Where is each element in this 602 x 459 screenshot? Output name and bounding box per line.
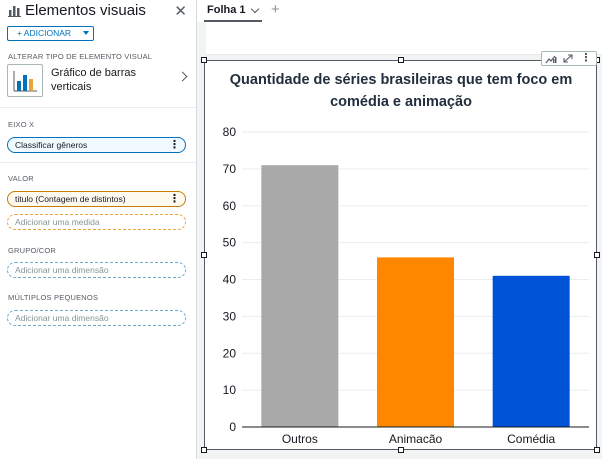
y-tick-label: 30 bbox=[223, 309, 237, 323]
visual-type-name: Gráfico de barras verticais bbox=[51, 66, 136, 94]
bar-chart-icon bbox=[8, 6, 21, 17]
more-options-icon[interactable]: ⋮ bbox=[169, 193, 180, 205]
bar bbox=[492, 275, 570, 427]
add-button[interactable]: + ADICIONAR bbox=[7, 26, 81, 41]
add-measure-dropzone[interactable]: Adicionar uma medida bbox=[7, 214, 186, 230]
y-tick-label: 70 bbox=[223, 162, 237, 176]
visuals-panel: Elementos visuais ✕ + ADICIONAR ALTERAR … bbox=[0, 0, 197, 459]
bar-chart: 0 10 20 30 40 50 60 70 80 Outros Animacão Comédia bbox=[223, 125, 589, 446]
visual-menu: ⋮ bbox=[541, 51, 597, 66]
resize-handle[interactable] bbox=[398, 57, 404, 63]
resize-handle[interactable] bbox=[201, 57, 207, 63]
close-icon[interactable]: ✕ bbox=[174, 2, 187, 20]
x-tick-label: Comédia bbox=[507, 432, 555, 446]
y-tick-label: 20 bbox=[223, 346, 237, 360]
y-tick-label: 0 bbox=[229, 420, 236, 434]
change-type-label: ALTERAR TIPO DE ELEMENTO VISUAL bbox=[8, 52, 153, 61]
chart-title: Quantidade de séries brasileiras que tem… bbox=[216, 69, 586, 113]
visual-type-line2: verticais bbox=[51, 81, 92, 93]
divider bbox=[0, 162, 196, 163]
x-tick-label: Outros bbox=[282, 432, 318, 446]
value-label: VALOR bbox=[8, 174, 34, 183]
bar bbox=[377, 257, 454, 427]
value-field-name: titulo (Contagem de distintos) bbox=[15, 194, 126, 204]
x-axis-field-name: Classificar gêneros bbox=[15, 140, 88, 150]
insights-icon[interactable] bbox=[545, 53, 557, 64]
divider bbox=[0, 107, 196, 108]
more-options-icon[interactable]: ⋮ bbox=[169, 139, 180, 151]
y-tick-label: 50 bbox=[223, 236, 237, 250]
value-field-well[interactable]: titulo (Contagem de distintos) ⋮ bbox=[7, 191, 186, 207]
sheet-tab-bar: Folha 1 + bbox=[197, 0, 602, 22]
chart-title-line1: Quantidade de séries brasileiras que tem… bbox=[229, 72, 573, 88]
tab-folha-1[interactable]: Folha 1 bbox=[205, 0, 248, 21]
chart-title-line2: comédia e animação bbox=[330, 94, 472, 110]
add-dropdown-chevron-icon[interactable] bbox=[80, 26, 94, 41]
y-tick-label: 40 bbox=[223, 273, 237, 287]
vertical-bar-chart-icon bbox=[7, 64, 43, 97]
visual-type-line1: Gráfico de barras bbox=[51, 67, 136, 79]
x-axis-field-well[interactable]: Classificar gêneros ⋮ bbox=[7, 137, 186, 153]
chevron-down-icon[interactable] bbox=[250, 4, 260, 14]
y-tick-label: 60 bbox=[223, 199, 237, 213]
visual-type-selector[interactable]: Gráfico de barras verticais bbox=[7, 64, 193, 98]
add-group-dimension-dropzone[interactable]: Adicionar uma dimensão bbox=[7, 262, 186, 278]
chevron-right-icon bbox=[177, 71, 188, 82]
expand-icon[interactable] bbox=[562, 53, 574, 64]
x-axis-label: EIXO X bbox=[8, 120, 35, 129]
plus-icon[interactable]: + bbox=[271, 1, 280, 18]
group-color-label: GRUPO/COR bbox=[8, 246, 57, 255]
small-multiples-label: MÚLTIPLOS PEQUENOS bbox=[8, 293, 99, 302]
x-tick-label: Animacão bbox=[389, 432, 443, 446]
add-small-multiples-dropzone[interactable]: Adicionar uma dimensão bbox=[7, 310, 186, 326]
y-tick-label: 10 bbox=[223, 383, 237, 397]
y-tick-label: 80 bbox=[223, 125, 237, 139]
panel-title: Elementos visuais bbox=[25, 2, 146, 19]
bar bbox=[261, 165, 339, 427]
more-options-icon[interactable]: ⋮ bbox=[580, 53, 592, 64]
panel-header: Elementos visuais ✕ bbox=[0, 0, 196, 22]
